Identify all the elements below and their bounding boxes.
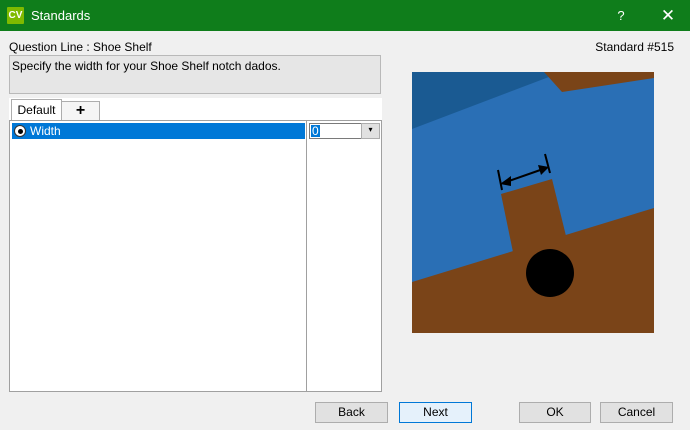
title-bar: CV Standards ? ✕: [0, 0, 690, 31]
shoe-shelf-diagram-icon: [412, 72, 654, 333]
standard-number-label: Standard #515: [595, 40, 674, 54]
close-button[interactable]: ✕: [648, 0, 688, 31]
tab-default[interactable]: Default: [11, 99, 62, 120]
property-label: Width: [30, 124, 61, 138]
question-line-label: Question Line : Shoe Shelf: [9, 40, 152, 54]
next-button[interactable]: Next: [399, 402, 472, 423]
value-dropdown-button[interactable]: ▾: [361, 123, 380, 139]
description-box: Specify the width for your Shoe Shelf no…: [9, 55, 381, 94]
app-icon: CV: [7, 7, 24, 24]
back-button[interactable]: Back: [315, 402, 388, 423]
ok-button[interactable]: OK: [519, 402, 591, 423]
width-value-text: 0: [311, 124, 320, 138]
cancel-button[interactable]: Cancel: [600, 402, 673, 423]
window-title: Standards: [31, 8, 91, 23]
tab-bar: Default +: [9, 98, 382, 120]
preview-image: [412, 72, 654, 333]
column-divider: [306, 121, 307, 391]
radio-icon[interactable]: [14, 125, 26, 137]
width-value-input[interactable]: 0: [309, 123, 362, 139]
property-grid: Width 0 ▾: [9, 120, 382, 392]
add-tab-button[interactable]: +: [61, 101, 100, 120]
help-button[interactable]: ?: [606, 0, 636, 31]
property-row-width[interactable]: Width: [12, 123, 305, 139]
